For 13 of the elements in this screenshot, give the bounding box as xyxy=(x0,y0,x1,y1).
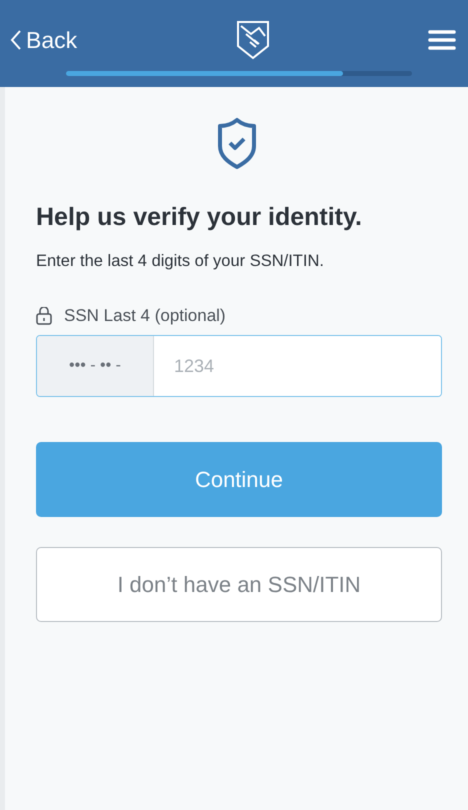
no-ssn-button[interactable]: I don’t have an SSN/ITIN xyxy=(36,547,442,622)
shield-check-icon xyxy=(217,117,257,169)
field-label: SSN Last 4 (optional) xyxy=(64,306,226,326)
menu-icon xyxy=(428,30,456,50)
lock-icon xyxy=(36,307,52,325)
menu-button[interactable] xyxy=(428,30,456,50)
continue-button[interactable]: Continue xyxy=(36,442,442,517)
instruction-text: Enter the last 4 digits of your SSN/ITIN. xyxy=(36,252,325,271)
shield-handshake-icon xyxy=(236,20,270,60)
chevron-left-icon xyxy=(10,29,22,51)
ssn-input-field[interactable]: ••• - •• - 1234 xyxy=(36,335,442,397)
page-title: Help us verify your identity. xyxy=(36,203,364,232)
back-button[interactable]: Back xyxy=(10,26,78,54)
